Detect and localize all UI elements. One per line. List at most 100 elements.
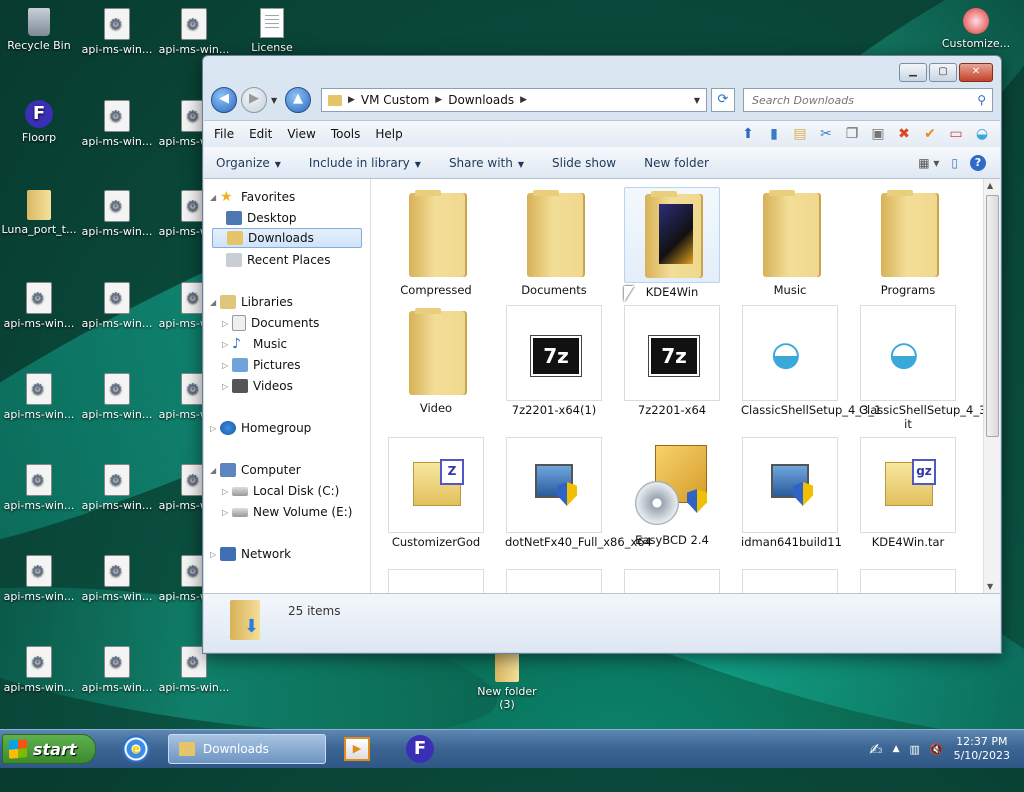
cut-icon[interactable]: ✂: [816, 124, 836, 144]
nav-homegroup[interactable]: ▷ Homegroup: [210, 418, 311, 438]
breadcrumb-downloads[interactable]: Downloads: [448, 93, 514, 107]
collapse-arrow-icon[interactable]: ▷: [222, 382, 232, 391]
desktop-icon-dll[interactable]: api-ms-win...: [79, 282, 155, 330]
scroll-up-icon[interactable]: ▲: [987, 181, 993, 190]
file-item-classicshell-it[interactable]: ◒ClassicShellSetup_4_3_1-it: [859, 305, 983, 431]
desktop-icon-dll[interactable]: api-ms-win...: [1, 464, 77, 512]
copy-icon[interactable]: ❐: [842, 124, 862, 144]
file-item-7z2201-x64[interactable]: 7z 7z2201-x64: [623, 305, 721, 417]
desktop-icon-dll[interactable]: api-ms-win...: [79, 190, 155, 238]
up-arrow-icon[interactable]: ⬆: [738, 124, 758, 144]
breadcrumb-vm-custom[interactable]: VM Custom: [361, 93, 429, 107]
file-item-programs[interactable]: Programs: [859, 187, 957, 297]
nav-music[interactable]: ▷ ♪ Music: [222, 334, 287, 354]
file-item[interactable]: [505, 569, 603, 593]
checkmark-icon[interactable]: ✔: [920, 124, 940, 144]
back-button[interactable]: ◀: [211, 87, 237, 113]
nav-computer[interactable]: ◢ Computer: [210, 460, 301, 480]
file-item-documents[interactable]: Documents: [505, 187, 603, 297]
include-in-library-button[interactable]: Include in library ▼: [309, 156, 421, 170]
file-item-video[interactable]: Video: [387, 305, 485, 415]
folders-pane-icon[interactable]: ▮: [764, 124, 784, 144]
change-view-icon[interactable]: ▦ ▾: [918, 156, 939, 170]
slide-show-button[interactable]: Slide show: [552, 156, 616, 170]
menu-help[interactable]: Help: [375, 127, 402, 141]
desktop-icon-luna-folder[interactable]: Luna_port_t...: [1, 190, 77, 236]
collapse-arrow-icon[interactable]: ▷: [222, 361, 232, 370]
collapse-arrow-icon[interactable]: ▷: [222, 487, 232, 496]
shell-icon[interactable]: ◒: [972, 124, 992, 144]
file-item-compressed[interactable]: Compressed: [387, 187, 485, 297]
menu-file[interactable]: File: [214, 127, 234, 141]
taskbar-media-player[interactable]: ▶: [340, 734, 374, 764]
file-item-idman[interactable]: idman641build11: [741, 437, 842, 549]
taskbar-internet-explorer[interactable]: e: [118, 734, 154, 764]
volume-muted-icon[interactable]: 🔇: [930, 743, 944, 756]
network-tray-icon[interactable]: ▥: [909, 743, 919, 756]
nav-libraries[interactable]: ◢ Libraries: [210, 292, 293, 312]
file-item[interactable]: [387, 569, 485, 593]
expand-arrow-icon[interactable]: ◢: [210, 466, 220, 475]
desktop-icon-dll[interactable]: api-ms-win...: [1, 646, 77, 694]
file-item[interactable]: [623, 569, 721, 593]
desktop-icon-customize[interactable]: Customize...: [938, 8, 1014, 50]
forward-button[interactable]: ▶: [241, 87, 267, 113]
properties-icon[interactable]: ▭: [946, 124, 966, 144]
desktop-icon-floorp[interactable]: F Floorp: [1, 100, 77, 144]
desktop-icon-recycle-bin[interactable]: Recycle Bin: [1, 8, 77, 52]
search-input[interactable]: [750, 92, 978, 108]
preview-pane-icon[interactable]: ▯: [951, 156, 958, 170]
desktop-icon-dll[interactable]: api-ms-win...: [79, 100, 155, 148]
file-item-kde4win[interactable]: KDE4Win: [623, 187, 721, 299]
up-button[interactable]: ▲: [285, 87, 311, 113]
show-hidden-icons-icon[interactable]: ▲: [893, 744, 900, 754]
search-icon[interactable]: ⚲: [977, 93, 986, 107]
collapse-arrow-icon[interactable]: ▷: [222, 508, 232, 517]
desktop-icon-new-folder[interactable]: New folder (3): [469, 652, 545, 711]
minimize-button[interactable]: ▁: [899, 63, 927, 82]
chevron-down-icon[interactable]: ▼: [694, 96, 700, 105]
nav-network[interactable]: ▷ Network: [210, 544, 291, 564]
recent-pages-dropdown[interactable]: ▼: [271, 96, 281, 105]
address-bar[interactable]: ▶ VM Custom ▶ Downloads ▶ ▼: [321, 88, 707, 112]
search-box[interactable]: ⚲: [743, 88, 993, 112]
collapse-arrow-icon[interactable]: ▷: [210, 424, 220, 433]
collapse-arrow-icon[interactable]: ▷: [222, 319, 232, 328]
scroll-thumb[interactable]: [986, 195, 999, 437]
start-button[interactable]: start: [2, 734, 96, 764]
desktop-icon-dll[interactable]: api-ms-win...: [1, 555, 77, 603]
close-button[interactable]: ✕: [959, 63, 993, 82]
menu-tools[interactable]: Tools: [331, 127, 361, 141]
maximize-button[interactable]: ▢: [929, 63, 957, 82]
pen-input-icon[interactable]: ✍: [869, 740, 882, 759]
nav-videos[interactable]: ▷ Videos: [222, 376, 293, 396]
clock[interactable]: 12:37 PM 5/10/2023: [954, 735, 1010, 763]
menu-edit[interactable]: Edit: [249, 127, 272, 141]
nav-local-disk[interactable]: ▷ Local Disk (C:): [222, 481, 339, 501]
help-icon[interactable]: ?: [970, 154, 986, 171]
refresh-button[interactable]: ⟳: [711, 88, 735, 112]
paste-icon[interactable]: ▣: [868, 124, 888, 144]
nav-new-volume[interactable]: ▷ New Volume (E:): [222, 502, 352, 522]
file-item-dotnetfx40[interactable]: dotNetFx40_Full_x86_x64: [505, 437, 652, 549]
file-item[interactable]: [859, 569, 957, 593]
expand-arrow-icon[interactable]: ◢: [210, 193, 220, 202]
nav-desktop[interactable]: Desktop: [226, 208, 297, 228]
nav-pictures[interactable]: ▷ Pictures: [222, 355, 301, 375]
taskbar-floorp[interactable]: F: [402, 734, 438, 764]
file-item[interactable]: [741, 569, 839, 593]
desktop-icon-dll[interactable]: api-ms-win...: [79, 464, 155, 512]
file-item-easybcd[interactable]: EasyBCD 2.4: [623, 437, 721, 547]
file-item-classicshell[interactable]: ◒ ClassicShellSetup_4_3_1: [741, 305, 882, 417]
share-with-button[interactable]: Share with ▼: [449, 156, 524, 170]
desktop-icon-license[interactable]: License: [234, 8, 310, 54]
desktop-icon-dll[interactable]: api-ms-win...: [1, 282, 77, 330]
file-item-customizergod[interactable]: Z CustomizerGod: [387, 437, 485, 549]
desktop-icon-dll[interactable]: api-ms-win...: [79, 373, 155, 421]
delete-icon[interactable]: ✖: [894, 124, 914, 144]
desktop-icon-dll[interactable]: api-ms-win...: [156, 8, 232, 56]
desktop-icon-dll[interactable]: api-ms-win...: [79, 646, 155, 694]
desktop-icon-dll[interactable]: api-ms-win...: [1, 373, 77, 421]
nav-recent-places[interactable]: Recent Places: [226, 250, 330, 270]
new-folder-button[interactable]: New folder: [644, 156, 709, 170]
